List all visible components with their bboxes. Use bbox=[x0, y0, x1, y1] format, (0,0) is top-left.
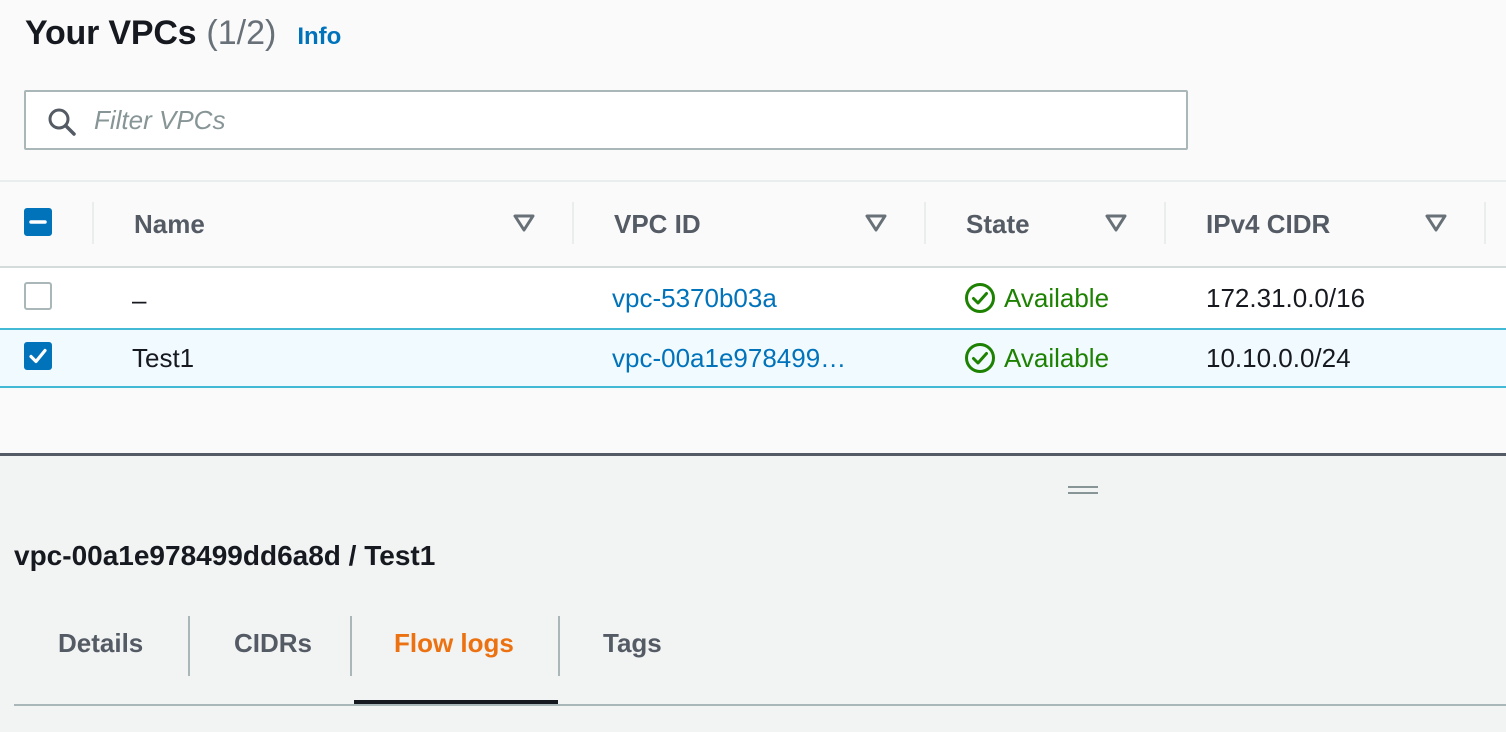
cell-ipv4-cidr: 172.31.0.0/16 bbox=[1206, 283, 1366, 313]
panel-split-divider bbox=[0, 453, 1506, 456]
cell-state: Available bbox=[964, 282, 1109, 314]
cell-name: Test1 bbox=[132, 343, 195, 373]
table-row-selected[interactable]: Test1 vpc-00a1e978499… Available 10.10.0… bbox=[0, 328, 1506, 388]
search-icon bbox=[48, 108, 76, 136]
cell-vpc-id-link[interactable]: vpc-00a1e978499… bbox=[612, 342, 846, 374]
selection-count: (1/2) bbox=[206, 14, 277, 52]
table-row[interactable]: – vpc-5370b03a Available 172.31.0.0/16 bbox=[0, 268, 1506, 328]
info-link[interactable]: Info bbox=[297, 23, 341, 51]
panel-header: Your VPCs (1/2) Info bbox=[25, 14, 341, 64]
tab-flow-logs[interactable]: Flow logs bbox=[394, 628, 514, 659]
cell-name: – bbox=[132, 285, 147, 315]
column-divider bbox=[572, 202, 574, 244]
tab-details[interactable]: Details bbox=[58, 628, 143, 659]
caret-down-icon[interactable] bbox=[1425, 214, 1447, 232]
caret-down-icon[interactable] bbox=[513, 214, 535, 232]
cell-ipv4-cidr: 10.10.0.0/24 bbox=[1206, 343, 1351, 373]
column-divider bbox=[1484, 202, 1486, 244]
row-checkbox[interactable] bbox=[24, 282, 52, 310]
cell-state: Available bbox=[964, 342, 1109, 374]
vpc-list-panel: Your VPCs (1/2) Info Name VPC ID bbox=[0, 0, 1506, 456]
page-title: Your VPCs bbox=[25, 14, 197, 52]
column-divider bbox=[1164, 202, 1166, 244]
caret-down-icon[interactable] bbox=[865, 214, 887, 232]
row-checkbox[interactable] bbox=[24, 342, 52, 370]
tab-cidrs[interactable]: CIDRs bbox=[234, 628, 312, 659]
minus-icon bbox=[29, 220, 47, 224]
tabs-border bbox=[14, 704, 1506, 706]
tab-divider bbox=[188, 616, 190, 676]
column-header-ipv4-cidr[interactable]: IPv4 CIDR bbox=[1206, 208, 1330, 240]
details-title: vpc-00a1e978499dd6a8d / Test1 bbox=[14, 540, 436, 571]
column-divider bbox=[92, 202, 94, 244]
select-all-checkbox[interactable] bbox=[24, 208, 52, 236]
column-header-name[interactable]: Name bbox=[134, 208, 205, 240]
check-circle-icon bbox=[965, 343, 995, 373]
tab-divider bbox=[558, 616, 560, 676]
column-header-vpc-id[interactable]: VPC ID bbox=[614, 208, 701, 240]
resize-handle-icon[interactable] bbox=[1068, 486, 1098, 498]
column-header-state[interactable]: State bbox=[966, 208, 1030, 240]
caret-down-icon[interactable] bbox=[1105, 214, 1127, 232]
details-tabs: Details CIDRs Flow logs Tags bbox=[0, 600, 1506, 706]
state-label: Available bbox=[1004, 343, 1110, 373]
state-label: Available bbox=[1004, 283, 1110, 313]
cell-vpc-id-link[interactable]: vpc-5370b03a bbox=[612, 282, 777, 314]
tab-divider bbox=[350, 616, 352, 676]
column-divider bbox=[924, 202, 926, 244]
tab-tags[interactable]: Tags bbox=[603, 628, 662, 659]
check-circle-icon bbox=[965, 283, 995, 313]
checkmark-icon bbox=[29, 348, 47, 364]
filter-input[interactable] bbox=[94, 100, 1174, 140]
filter-box[interactable] bbox=[24, 90, 1188, 150]
